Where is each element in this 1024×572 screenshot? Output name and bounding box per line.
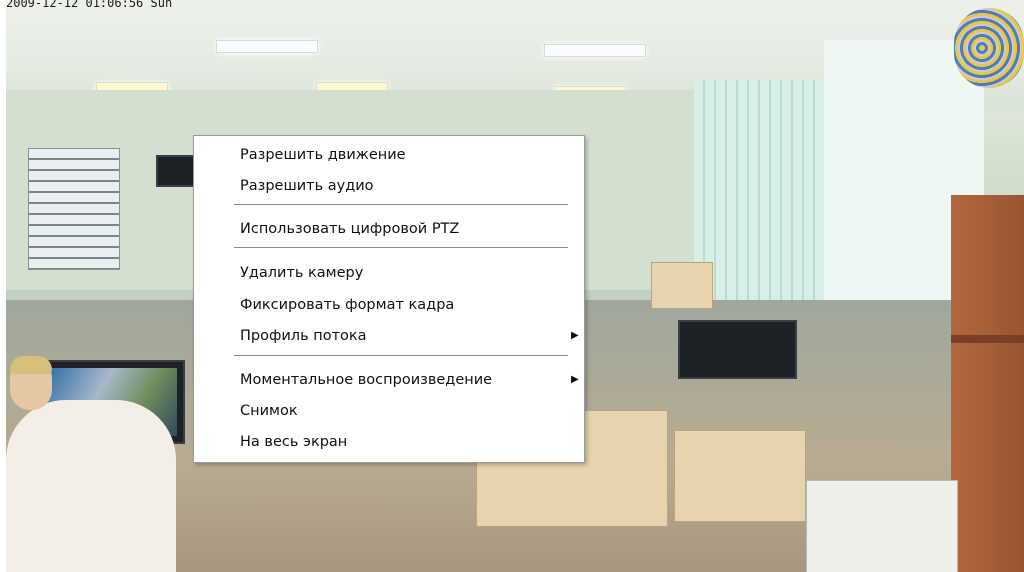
menu-item-fix-aspect-ratio[interactable]: Фиксировать формат кадра xyxy=(194,291,584,319)
menu-item-enable-motion[interactable]: Разрешить движение xyxy=(194,141,584,169)
person-hair xyxy=(10,356,52,374)
desk-monitor xyxy=(678,320,797,379)
menu-item-label: Снимок xyxy=(240,403,298,419)
context-menu: Разрешить движение Разрешить аудио Испол… xyxy=(193,135,585,463)
triangle-right-icon: ▶ xyxy=(571,374,579,385)
menu-item-instant-playback[interactable]: Моментальное воспроизведение ▶ xyxy=(194,366,584,394)
menu-item-label: На весь экран xyxy=(240,434,348,450)
menu-separator xyxy=(234,204,568,205)
menu-item-enable-audio[interactable]: Разрешить аудио xyxy=(194,172,584,200)
cable-bundle xyxy=(954,8,1024,88)
cardboard-box xyxy=(651,262,713,309)
camera-timestamp: 2009-12-12 01:06:56 Sun xyxy=(6,0,173,10)
menu-item-label: Моментальное воспроизведение xyxy=(240,372,493,388)
menu-item-label: Удалить камеру xyxy=(240,265,364,281)
person xyxy=(6,400,176,572)
menu-item-digital-ptz[interactable]: Использовать цифровой PTZ xyxy=(194,215,584,243)
menu-item-fullscreen[interactable]: На весь экран xyxy=(194,428,584,456)
menu-item-label: Разрешить аудио xyxy=(240,178,374,194)
ceiling-light xyxy=(216,40,318,53)
equipment-rack xyxy=(28,148,120,270)
cardboard-box xyxy=(674,430,806,522)
menu-item-label: Использовать цифровой PTZ xyxy=(240,221,460,237)
menu-item-label: Профиль потока xyxy=(240,328,367,344)
menu-separator xyxy=(234,355,568,356)
printer xyxy=(806,480,958,572)
wooden-shelf xyxy=(951,195,1024,572)
menu-item-stream-profile[interactable]: Профиль потока ▶ xyxy=(194,322,584,350)
menu-separator xyxy=(234,247,568,248)
menu-item-remove-camera[interactable]: Удалить камеру xyxy=(194,259,584,287)
menu-item-snapshot[interactable]: Снимок xyxy=(194,397,584,425)
menu-item-label: Разрешить движение xyxy=(240,147,406,163)
triangle-right-icon: ▶ xyxy=(571,330,579,341)
ceiling-light xyxy=(544,44,646,57)
menu-item-label: Фиксировать формат кадра xyxy=(240,297,455,313)
